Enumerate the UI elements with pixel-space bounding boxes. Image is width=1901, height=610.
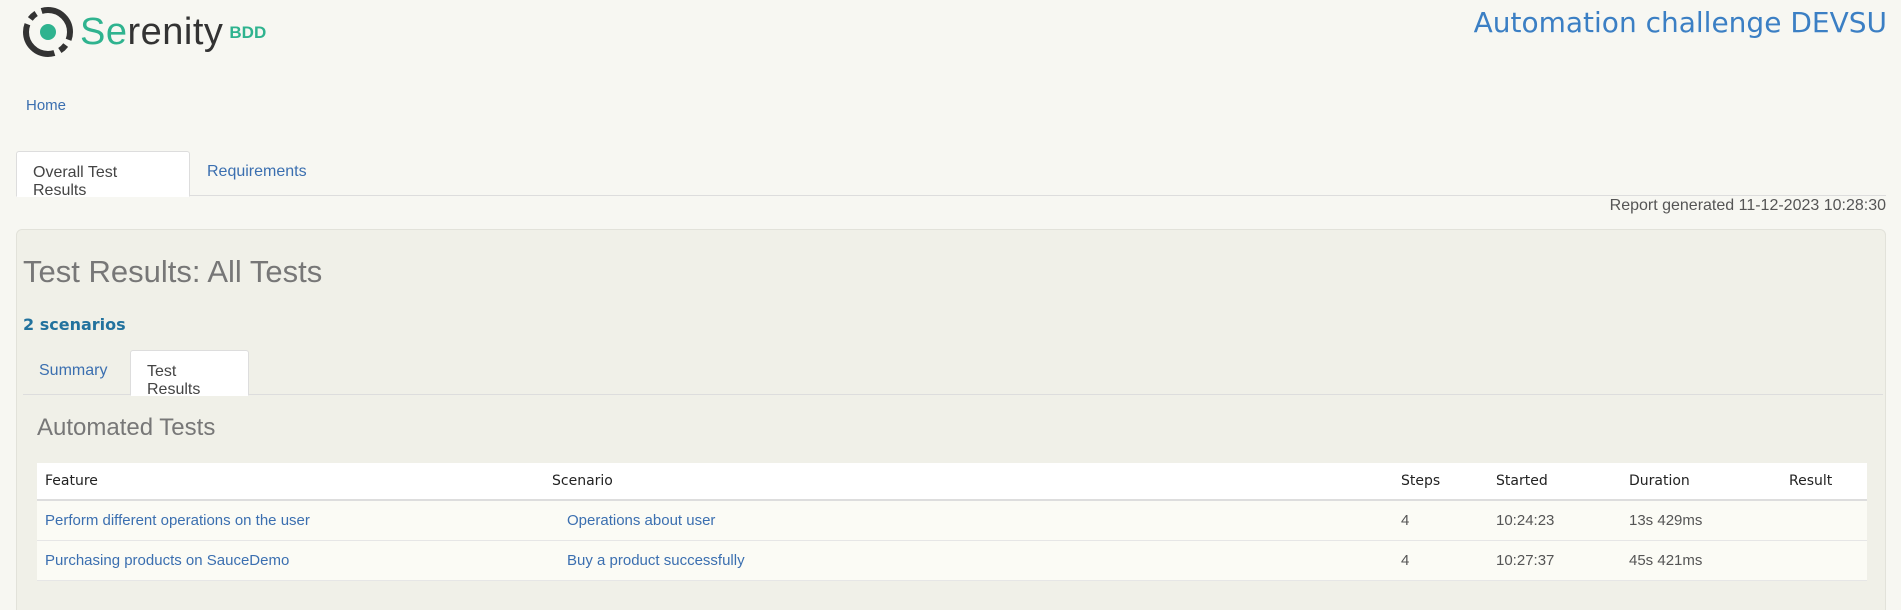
feature-link[interactable]: Perform different operations on the user: [45, 501, 310, 540]
column-header-duration[interactable]: Duration: [1629, 463, 1690, 499]
project-title: Automation challenge DEVSU: [1473, 6, 1887, 39]
breadcrumb-home-link[interactable]: Home: [26, 97, 66, 114]
report-generated-timestamp: Report generated 11-12-2023 10:28:30: [1609, 197, 1886, 214]
column-header-scenario[interactable]: Scenario: [552, 463, 613, 499]
test-results-table: Feature Scenario Steps Started Duration …: [37, 463, 1867, 581]
top-tabs: Overall Test Results Requirements: [16, 151, 1886, 199]
column-header-started[interactable]: Started: [1496, 463, 1548, 499]
results-tabs: Summary Test Results: [23, 350, 1883, 398]
scenario-count: 2 scenarios: [23, 315, 126, 334]
test-results-panel: Test Results: All Tests 2 scenarios Summ…: [16, 229, 1886, 610]
steps-count: 4: [1401, 512, 1410, 529]
serenity-logo[interactable]: Serenity BDD: [20, 4, 266, 60]
table-row: Purchasing products on SauceDemo Buy a p…: [37, 541, 1867, 581]
tab-requirements[interactable]: Requirements: [191, 151, 323, 196]
logo-text-prefix: Se: [80, 10, 128, 53]
column-header-feature[interactable]: Feature: [45, 463, 98, 499]
logo-text: Serenity: [80, 11, 223, 54]
started-time: 10:24:23: [1496, 512, 1555, 529]
table-header: Feature Scenario Steps Started Duration …: [37, 463, 1867, 501]
report-page: Serenity BDD Automation challenge DEVSU …: [0, 0, 1901, 610]
tab-test-results[interactable]: Test Results: [130, 350, 249, 398]
column-header-result[interactable]: Result: [1789, 463, 1832, 499]
duration-value: 45s 421ms: [1629, 552, 1703, 569]
page-title: Test Results: All Tests: [23, 254, 323, 289]
logo-text-rest: renity: [127, 10, 224, 53]
scenario-link[interactable]: Buy a product successfully: [567, 541, 745, 580]
table-row: Perform different operations on the user…: [37, 501, 1867, 541]
serenity-logo-icon: [23, 7, 73, 57]
duration-value: 13s 429ms: [1629, 512, 1703, 529]
logo-bdd-badge: BDD: [229, 23, 267, 42]
steps-count: 4: [1401, 552, 1410, 569]
started-time: 10:27:37: [1496, 552, 1555, 569]
tab-summary[interactable]: Summary: [23, 350, 123, 395]
tab-overall-test-results[interactable]: Overall Test Results: [16, 151, 190, 199]
feature-link[interactable]: Purchasing products on SauceDemo: [45, 541, 289, 580]
scenario-link[interactable]: Operations about user: [567, 501, 715, 540]
column-header-steps[interactable]: Steps: [1401, 463, 1440, 499]
automated-tests-heading: Automated Tests: [37, 414, 216, 441]
